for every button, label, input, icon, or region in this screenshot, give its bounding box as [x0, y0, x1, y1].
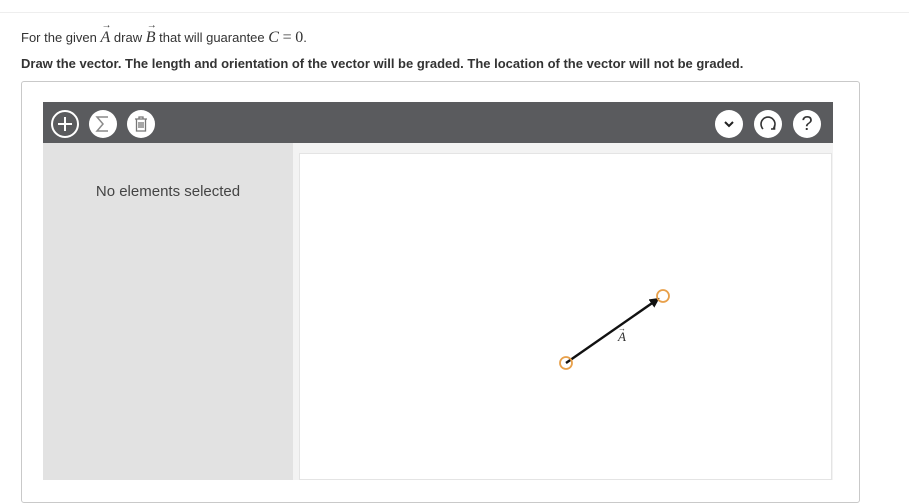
sum-button[interactable]: [89, 110, 117, 138]
trash-icon: [135, 116, 147, 132]
c-symbol: C: [268, 29, 279, 46]
help-icon: ?: [801, 112, 813, 135]
sigma-icon: [95, 116, 108, 132]
vector-b-symbol: B: [146, 20, 157, 47]
zero-value: 0: [295, 29, 304, 46]
canvas-svg: A →: [559, 289, 670, 370]
top-divider: [0, 12, 909, 13]
canvas-area: A →: [293, 143, 833, 480]
reset-icon: [760, 116, 776, 130]
drawing-canvas[interactable]: A →: [299, 153, 832, 480]
question-suffix: that will guarantee: [159, 30, 265, 45]
chevron-down-icon: [724, 121, 734, 128]
reset-button[interactable]: [754, 110, 782, 138]
vector-a-symbol: A: [101, 20, 112, 47]
equals-symbol: =: [282, 29, 292, 46]
question-text: For the given A draw B that will guarant…: [21, 20, 307, 47]
sidebar-panel: No elements selected: [43, 143, 293, 480]
question-period: .: [303, 30, 307, 45]
vector-a-label-arrow-icon: →: [618, 324, 626, 333]
vector-a-line[interactable]: [565, 297, 660, 364]
delete-button[interactable]: [127, 110, 155, 138]
help-button[interactable]: ?: [793, 110, 821, 138]
dropdown-button[interactable]: [715, 110, 743, 138]
vector-a-head-handle[interactable]: [656, 289, 670, 303]
plus-icon: [58, 117, 72, 131]
toolbar: ?: [43, 102, 833, 143]
question-prefix: For the given: [21, 30, 97, 45]
no-selection-message: No elements selected: [95, 183, 241, 200]
add-element-button[interactable]: [51, 110, 79, 138]
instruction-text: Draw the vector. The length and orientat…: [21, 56, 744, 71]
question-draw: draw: [113, 30, 143, 45]
